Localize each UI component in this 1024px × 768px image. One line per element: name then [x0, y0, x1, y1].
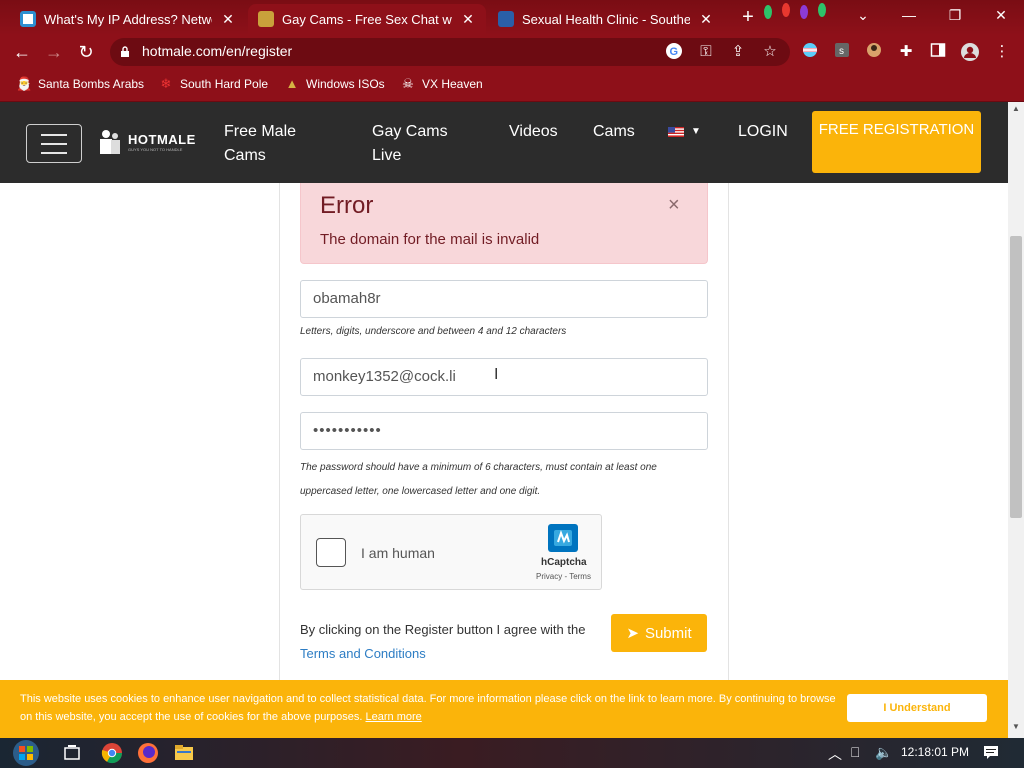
- captcha-label: I am human: [361, 545, 435, 561]
- username-hint: Letters, digits, underscore and between …: [300, 326, 567, 337]
- tab-gay-cams[interactable]: Gay Cams - Free Sex Chat with S ✕: [248, 4, 486, 34]
- forward-arrow-icon[interactable]: →: [42, 42, 66, 62]
- text-cursor-icon: I: [494, 366, 499, 383]
- hcaptcha-logo-icon: [548, 524, 578, 552]
- us-flag-icon[interactable]: [668, 127, 684, 137]
- tab-whats-my-ip[interactable]: What's My IP Address? Network ✕: [10, 4, 246, 34]
- menu-kebab-icon[interactable]: ⋮: [992, 42, 1012, 62]
- side-panel-icon[interactable]: [928, 42, 948, 62]
- key-icon[interactable]: ⚿: [696, 42, 716, 62]
- christmas-lights-decoration: [764, 3, 826, 19]
- notifications-icon[interactable]: [983, 744, 999, 763]
- password-input[interactable]: •••••••••••: [300, 412, 708, 450]
- svg-text:G: G: [670, 46, 679, 58]
- paper-plane-icon: ➤: [626, 625, 639, 642]
- taskbar-clock[interactable]: 12:18:01 PM: [901, 745, 969, 759]
- hotmale-favicon-icon: [258, 11, 274, 27]
- password-hint: The password should have a minimum of 6 …: [300, 462, 657, 497]
- task-view-icon[interactable]: [61, 742, 83, 764]
- network-icon[interactable]: ⎕: [851, 744, 859, 761]
- i-understand-button[interactable]: I Understand: [847, 694, 987, 722]
- google-icon[interactable]: G: [664, 42, 684, 62]
- submit-label: Submit: [644, 624, 692, 642]
- alert-close-icon[interactable]: ×: [668, 194, 680, 217]
- bookmark-label: Windows ISOs: [306, 77, 385, 91]
- tab-title: Sexual Health Clinic - Southern: [522, 11, 690, 27]
- reload-icon[interactable]: ↻: [74, 42, 98, 62]
- close-tab-icon[interactable]: ✕: [220, 11, 236, 28]
- close-tab-icon[interactable]: ✕: [460, 11, 476, 28]
- nav-videos[interactable]: Videos: [509, 120, 558, 144]
- agree-label: By clicking on the Register button I agr…: [300, 622, 586, 637]
- alert-message: The domain for the mail is invalid: [320, 231, 540, 248]
- restore-icon[interactable]: ❐: [932, 0, 978, 30]
- bookmark-label: Santa Bombs Arabs: [38, 77, 145, 91]
- cookie-message: This website uses cookies to enhance use…: [20, 693, 836, 723]
- url-text[interactable]: hotmale.com/en/register: [142, 43, 292, 59]
- chrome-icon[interactable]: [101, 742, 123, 764]
- bookmark-south-hard-pole[interactable]: ❄ South Hard Pole: [158, 76, 269, 92]
- nav-login[interactable]: LOGIN: [738, 120, 788, 144]
- lock-icon: [121, 46, 129, 57]
- file-explorer-icon[interactable]: [173, 742, 195, 764]
- bookmark-windows-isos[interactable]: ▲ Windows ISOs: [284, 76, 385, 92]
- share-icon[interactable]: ⇪: [728, 42, 748, 62]
- logo-people-icon: [100, 130, 120, 154]
- learn-more-link[interactable]: Learn more: [366, 711, 422, 723]
- hcaptcha-brand: hCaptcha: [541, 557, 587, 568]
- logo-tagline: GUYS YOU NOT TO HANDLE: [128, 147, 183, 152]
- agree-text: By clicking on the Register button I agr…: [300, 618, 590, 666]
- bookmark-label: South Hard Pole: [180, 77, 269, 91]
- submit-button[interactable]: ➤ Submit: [611, 614, 707, 652]
- username-input[interactable]: obamah8r: [300, 280, 708, 318]
- tab-search-chevron-icon[interactable]: ⌄: [840, 0, 886, 30]
- alert-title: Error: [320, 192, 374, 219]
- profile-icon[interactable]: [960, 42, 980, 62]
- bookmark-star-icon[interactable]: ☆: [760, 42, 780, 62]
- tab-title: Gay Cams - Free Sex Chat with S: [282, 11, 452, 27]
- extension-s-icon[interactable]: s: [832, 42, 852, 62]
- site-logo[interactable]: HOTMALE GUYS YOU NOT TO HANDLE: [98, 128, 196, 156]
- captcha-checkbox[interactable]: [316, 538, 346, 567]
- extension-flag-icon[interactable]: [800, 42, 820, 62]
- email-input[interactable]: monkey1352@cock.li: [300, 358, 708, 396]
- scrollbar-thumb[interactable]: [1010, 236, 1022, 518]
- tray-chevron-icon[interactable]: ︿: [828, 744, 842, 764]
- extensions-puzzle-icon[interactable]: ✚: [896, 42, 916, 62]
- hcaptcha-links[interactable]: Privacy - Terms: [536, 572, 591, 581]
- pyramid-icon: ▲: [285, 76, 299, 91]
- windows-start-icon[interactable]: [9, 738, 43, 768]
- whatsmyip-favicon-icon: [20, 11, 36, 27]
- bookmark-vx-heaven[interactable]: ☠ VX Heaven: [400, 76, 483, 92]
- scroll-up-icon[interactable]: ▲: [1008, 104, 1024, 118]
- nav-cams[interactable]: Cams: [593, 120, 635, 144]
- terms-link[interactable]: Terms and Conditions: [300, 646, 426, 661]
- bookmark-santa-bombs-arabs[interactable]: 🎅 Santa Bombs Arabs: [16, 76, 144, 92]
- scroll-down-icon[interactable]: ▼: [1008, 722, 1024, 736]
- minimize-icon[interactable]: —: [886, 0, 932, 30]
- logo-text: HOTMALE: [128, 132, 196, 147]
- nav-free-male-cams[interactable]: Free Male Cams: [224, 120, 324, 168]
- svg-text:s: s: [839, 46, 844, 57]
- bookmarks-bar: [0, 70, 1024, 102]
- tab-title: What's My IP Address? Network: [44, 11, 212, 27]
- volume-icon[interactable]: 🔈: [875, 744, 892, 761]
- nhs-favicon-icon: [498, 11, 514, 27]
- back-arrow-icon[interactable]: ←: [10, 42, 34, 62]
- nav-gay-cams-live[interactable]: Gay Cams Live: [372, 120, 462, 168]
- tab-sexual-health-clinic[interactable]: Sexual Health Clinic - Southern ✕: [488, 4, 724, 34]
- firefox-icon[interactable]: [137, 742, 159, 764]
- close-tab-icon[interactable]: ✕: [698, 11, 714, 28]
- language-dropdown-icon[interactable]: ▼: [691, 126, 701, 137]
- skull-icon: ☠: [402, 76, 414, 91]
- free-registration-button[interactable]: FREE REGISTRATION: [812, 111, 981, 173]
- snowflake-icon: ❄: [160, 76, 172, 91]
- santa-icon: 🎅: [16, 76, 33, 91]
- new-tab-icon[interactable]: +: [738, 7, 758, 27]
- hamburger-menu-button[interactable]: [26, 124, 82, 163]
- cookie-text: This website uses cookies to enhance use…: [20, 690, 840, 726]
- window-close-icon[interactable]: ✕: [978, 0, 1024, 30]
- bookmark-label: VX Heaven: [422, 77, 483, 91]
- extension-avatar-icon[interactable]: [864, 42, 884, 62]
